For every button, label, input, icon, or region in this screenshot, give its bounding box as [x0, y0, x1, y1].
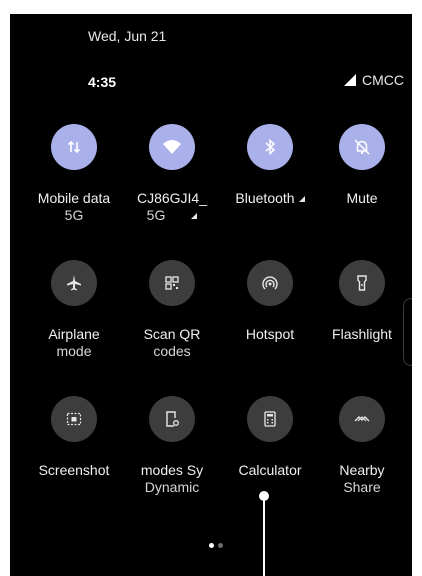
- carrier-status: CMCC: [343, 72, 404, 88]
- tile-label: CJ86GJI4_: [136, 190, 208, 206]
- quick-settings-panel: Wed, Jun 21 4:35 CMCC Mobile data 5G CJ86…: [10, 14, 412, 576]
- mute-bell-icon: [354, 139, 370, 155]
- tile-label: Nearby: [339, 462, 385, 478]
- nearby-share-button[interactable]: [339, 396, 385, 442]
- signal-strength-icon: [344, 74, 356, 86]
- page-indicator: [209, 543, 223, 548]
- expand-triangle-icon: [298, 196, 305, 203]
- bluetooth-button[interactable]: [247, 124, 293, 170]
- date-text: Wed, Jun 21: [88, 28, 167, 44]
- airplane-icon: [67, 275, 81, 291]
- flashlight-icon: [357, 275, 367, 291]
- tile-flashlight[interactable]: Flashlight: [314, 260, 410, 343]
- tile-calculator[interactable]: Calculator: [222, 396, 318, 479]
- qr-scan-icon: [165, 276, 179, 290]
- dynamic-modes-icon: [166, 411, 179, 427]
- tile-mobile-data[interactable]: Mobile data 5G: [26, 124, 122, 224]
- tile-dynamic-modes[interactable]: modes Sy Dynamic: [124, 396, 220, 496]
- airplane-mode-button[interactable]: [51, 260, 97, 306]
- clock-text: 4:35: [88, 74, 117, 90]
- tile-sublabel: 5G: [64, 207, 84, 223]
- tile-label: Mute: [346, 190, 378, 206]
- calculator-icon: [264, 411, 276, 427]
- nearby-share-icon: [354, 416, 370, 422]
- tile-label: Mobile data: [37, 190, 111, 206]
- page-dot-inactive[interactable]: [218, 543, 223, 548]
- pointer-line: [263, 500, 265, 576]
- tile-sublabel: Dynamic: [144, 479, 200, 495]
- screenshot-icon: [66, 412, 82, 426]
- tile-mute[interactable]: Mute: [314, 124, 410, 207]
- tile-wifi[interactable]: CJ86GJI4_ 5G: [124, 124, 220, 224]
- tile-label: Airplane: [48, 326, 100, 342]
- mobile-data-icon: [67, 140, 81, 154]
- tile-label: Calculator: [238, 462, 302, 478]
- hotspot-button[interactable]: [247, 260, 293, 306]
- tile-sublabel: 5G: [146, 207, 166, 223]
- tile-label: Screenshot: [38, 462, 110, 478]
- bluetooth-icon: [265, 138, 276, 156]
- tile-label: Bluetooth: [235, 190, 295, 206]
- screenshot-button[interactable]: [51, 396, 97, 442]
- mute-button[interactable]: [339, 124, 385, 170]
- calculator-button[interactable]: [247, 396, 293, 442]
- flashlight-button[interactable]: [339, 260, 385, 306]
- hotspot-icon: [262, 276, 278, 290]
- tile-sublabel: codes: [153, 343, 191, 359]
- dynamic-modes-button[interactable]: [149, 396, 195, 442]
- edge-panel-handle[interactable]: [403, 298, 412, 366]
- tile-nearby-share[interactable]: Nearby Share: [314, 396, 410, 496]
- page-dot-active: [209, 543, 214, 548]
- wifi-button[interactable]: [149, 124, 195, 170]
- tile-scan-qr[interactable]: Scan QR codes: [124, 260, 220, 360]
- tile-label: Hotspot: [245, 326, 295, 342]
- tile-hotspot[interactable]: Hotspot: [222, 260, 318, 343]
- tile-label: Scan QR: [143, 326, 201, 342]
- tile-airplane-mode[interactable]: Airplane mode: [26, 260, 122, 360]
- mobile-data-button[interactable]: [51, 124, 97, 170]
- tile-sublabel: Share: [343, 479, 381, 495]
- scan-qr-button[interactable]: [149, 260, 195, 306]
- expand-triangle-icon: [191, 213, 198, 220]
- tile-label: modes Sy: [140, 462, 204, 478]
- tile-screenshot[interactable]: Screenshot: [26, 396, 122, 479]
- carrier-name: CMCC: [362, 72, 404, 88]
- wifi-icon: [163, 140, 181, 154]
- tile-label: Flashlight: [332, 326, 392, 342]
- tile-sublabel: mode: [56, 343, 92, 359]
- tile-bluetooth[interactable]: Bluetooth: [222, 124, 318, 207]
